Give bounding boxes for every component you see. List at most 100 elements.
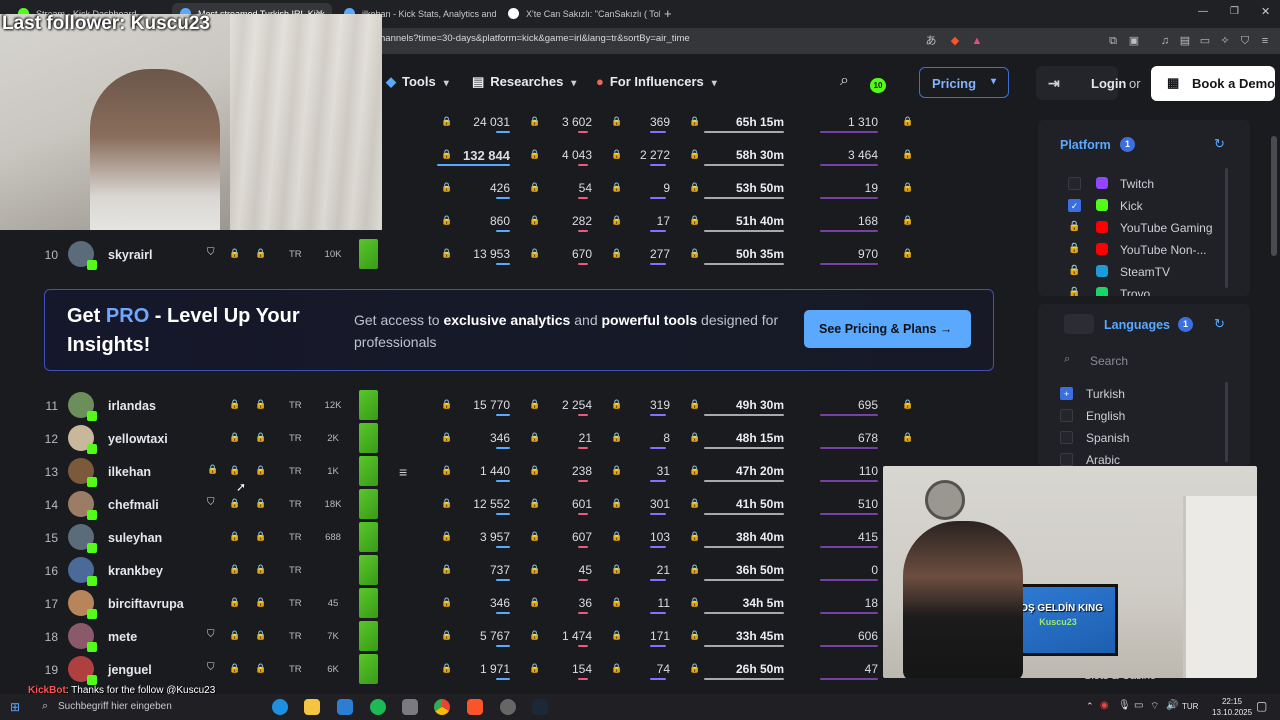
platform-scrollbar[interactable] — [1225, 168, 1228, 288]
spotify-icon[interactable] — [370, 699, 386, 715]
language-option[interactable]: + Turkish — [1060, 385, 1230, 403]
book-demo-button[interactable]: ▦ Book a Demo — [1151, 66, 1275, 101]
nav-tools[interactable]: ◆ Tools ▾ — [386, 74, 449, 90]
see-pricing-button[interactable]: See Pricing & Plans → — [804, 310, 971, 348]
edge-icon[interactable] — [272, 699, 288, 715]
table-row[interactable]: 12 yellowtaxi 🔒 🔒 TR 2K 🔒 🔒 🔒 🔒 346 21 8 48h 15m 678 🔒 — [0, 422, 1030, 455]
checkbox[interactable] — [1060, 453, 1073, 466]
platform-option[interactable]: 🔒 SteamTV — [1068, 263, 1238, 281]
platform-option[interactable]: Twitch — [1068, 175, 1238, 193]
channel-name[interactable]: yellowtaxi — [108, 432, 168, 446]
channel-name[interactable]: irlandas — [108, 399, 156, 413]
new-tab-icon[interactable]: + — [664, 6, 672, 21]
table-row[interactable]: 17 birciftavrupa 🔒 🔒 TR 45 🔒 🔒 🔒 🔒 346 36 11 34h 5m 18 — [0, 587, 1030, 620]
irl-category-icon[interactable] — [359, 522, 378, 552]
volume-icon[interactable]: 🔊 — [1166, 700, 1178, 711]
menu-icon[interactable]: ≡ — [1258, 34, 1272, 48]
table-row[interactable]: 15 suleyhan 🔒 🔒 TR 688 🔒 🔒 🔒 🔒 3 957 607 103 38h 40m 4… — [0, 521, 1030, 554]
languages-toggle[interactable] — [1064, 314, 1094, 334]
irl-category-icon[interactable] — [359, 621, 378, 651]
table-row[interactable]: 10 skyrairl ⛉ 🔒 🔒 TR 10K 🔒 🔒 🔒 🔒 13 953 670 277 50h 35… — [0, 238, 1030, 271]
irl-category-icon[interactable] — [359, 654, 378, 684]
brave-icon[interactable] — [467, 699, 483, 715]
notification-badge[interactable]: 10 — [870, 78, 886, 93]
checkbox[interactable] — [1060, 431, 1073, 444]
obs-icon[interactable] — [500, 699, 516, 715]
add-to-list-icon[interactable]: ≡ — [399, 464, 407, 480]
irl-category-icon[interactable] — [359, 456, 378, 486]
channel-name[interactable]: birciftavrupa — [108, 597, 184, 611]
table-row[interactable]: 14 chefmali ⛉ 🔒 🔒 TR 18K 🔒 🔒 🔒 🔒 12 552 601 301 41h 50… — [0, 488, 1030, 521]
platform-option[interactable]: 🔒 Trovo — [1068, 285, 1238, 296]
brave-rewards-icon[interactable]: ▲ — [970, 34, 984, 48]
leo-icon[interactable]: ✧ — [1218, 34, 1232, 48]
checkbox[interactable] — [1068, 177, 1081, 190]
channel-name[interactable]: ilkehan — [108, 465, 151, 479]
minimize-icon[interactable]: — — [1198, 6, 1208, 17]
refresh-icon[interactable]: ↻ — [1214, 316, 1225, 332]
wallet-icon[interactable]: ▭ — [1198, 34, 1212, 48]
screenshot-icon[interactable]: ▣ — [1127, 34, 1141, 48]
irl-category-icon[interactable] — [359, 555, 378, 585]
irl-category-icon[interactable] — [359, 239, 378, 269]
tray-expand-icon[interactable]: ⌃ — [1086, 701, 1094, 712]
store-icon[interactable] — [337, 699, 353, 715]
language-option[interactable]: English — [1060, 407, 1230, 425]
language-search-input[interactable]: ⌕ Search — [1052, 347, 1222, 373]
tray-monitor-icon[interactable]: ▭ — [1134, 700, 1143, 711]
translate-icon[interactable]: あ — [924, 34, 938, 48]
pricing-button[interactable]: Pricing ▾ — [919, 67, 1009, 98]
table-row[interactable]: 18 mete ⛉ 🔒 🔒 TR 7K 🔒 🔒 🔒 🔒 5 767 1 474 171 33h 45m 606 — [0, 620, 1030, 653]
platform-option[interactable]: ✓ Kick — [1068, 197, 1238, 215]
nav-influencers[interactable]: ● For Influencers ▾ — [596, 74, 717, 89]
table-row[interactable]: 13 ilkehan 🔒 🔒 🔒 TR 1K 🔒 🔒 🔒 🔒 1 440 238 31 47h 20m 110 — [0, 455, 1030, 488]
windows-start-icon[interactable]: ⊞ — [10, 700, 20, 714]
channel-name[interactable]: jenguel — [108, 663, 152, 677]
page-scrollbar[interactable] — [1271, 136, 1277, 256]
channel-name[interactable]: suleyhan — [108, 531, 162, 545]
languages-scrollbar[interactable] — [1225, 382, 1228, 462]
search-icon[interactable]: ⌕ — [840, 72, 849, 90]
maximize-icon[interactable]: ❐ — [1230, 6, 1239, 17]
language-option[interactable]: Spanish — [1060, 429, 1230, 447]
microphone-icon[interactable]: 🎙 — [1118, 700, 1131, 711]
notifications-icon[interactable]: ▢ — [1256, 699, 1267, 713]
media-icon[interactable]: ♫ — [1158, 34, 1172, 48]
vpn-icon[interactable]: ⛉ — [1238, 34, 1252, 48]
checkbox[interactable]: + — [1060, 387, 1073, 400]
irl-category-icon[interactable] — [359, 390, 378, 420]
irl-category-icon[interactable] — [359, 423, 378, 453]
irl-category-icon[interactable] — [359, 588, 378, 618]
file-explorer-icon[interactable] — [304, 699, 320, 715]
channel-name[interactable]: krankbey — [108, 564, 163, 578]
keyboard-language[interactable]: TUR — [1182, 702, 1198, 711]
system-clock[interactable]: 22:15 13.10.2025 — [1212, 696, 1252, 718]
extensions-icon[interactable]: ⧉ — [1106, 34, 1120, 48]
chrome-icon[interactable] — [434, 699, 450, 715]
platform-option[interactable]: 🔒 YouTube Non-... — [1068, 241, 1238, 259]
checkbox[interactable] — [1060, 409, 1073, 422]
tab-x-post[interactable]: X'te Can Sakızlı: "CanSakızlı ( Toksic — [500, 3, 660, 25]
login-button[interactable]: ⇥ Login — [1036, 66, 1126, 100]
rank-number: 11 — [45, 399, 58, 413]
close-window-icon[interactable]: ✕ — [1261, 5, 1270, 18]
table-row[interactable]: 11 irlandas 🔒 🔒 TR 12K 🔒 🔒 🔒 🔒 15 770 2 254 319 49h 3… — [0, 389, 1030, 422]
network-icon[interactable]: ⌔ — [1150, 700, 1159, 713]
taskbar-search-input[interactable]: ⌕ Suchbegriff hier eingeben — [38, 699, 258, 717]
checkbox[interactable]: ✓ — [1068, 199, 1081, 212]
refresh-icon[interactable]: ↻ — [1214, 136, 1225, 152]
nav-researches[interactable]: ▤ Researches ▾ — [472, 74, 576, 90]
calculator-icon[interactable] — [402, 699, 418, 715]
url-field[interactable]: hannels?time=30-days&platform=kick&game=… — [380, 33, 690, 44]
platform-option[interactable]: 🔒 YouTube Gaming — [1068, 219, 1238, 237]
irl-category-icon[interactable] — [359, 489, 378, 519]
brave-shield-icon[interactable]: ◆ — [948, 34, 962, 48]
sidebar-icon[interactable]: ▤ — [1178, 34, 1192, 48]
table-row[interactable]: 19 jenguel ⛉ 🔒 🔒 TR 6K 🔒 🔒 🔒 🔒 1 971 154 74 26h 50m 47 — [0, 653, 1030, 686]
table-row[interactable]: 16 krankbey 🔒 🔒 TR 🔒 🔒 🔒 🔒 737 45 21 36h 50m 0 — [0, 554, 1030, 587]
steam-icon[interactable] — [532, 699, 548, 715]
tray-app-icon[interactable]: ◉ — [1100, 700, 1109, 711]
channel-name[interactable]: chefmali — [108, 498, 159, 512]
channel-name[interactable]: skyrairl — [108, 248, 152, 262]
channel-name[interactable]: mete — [108, 630, 137, 644]
